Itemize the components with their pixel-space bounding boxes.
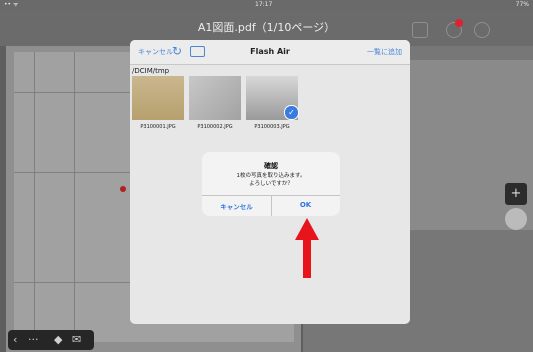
camera-shutter-button[interactable]: [505, 208, 527, 230]
status-time: 17:17: [255, 1, 273, 8]
mail-icon[interactable]: ✉: [72, 333, 81, 346]
dialog-message-line1: 1枚の写真を取り込みます。: [236, 173, 306, 179]
folder-path: /DCIM/tmp: [132, 67, 170, 75]
import-all-button[interactable]: 一覧に追加: [367, 47, 402, 57]
status-bar: •• ᯤ 17:17 77%: [0, 0, 533, 10]
notification-icon[interactable]: [446, 19, 463, 38]
add-icon[interactable]: +: [505, 183, 527, 205]
red-arrow-annotation: [295, 218, 319, 278]
status-battery: 77%: [515, 1, 529, 8]
back-icon[interactable]: ‹: [13, 333, 17, 346]
status-signal: •• ᯤ: [4, 1, 19, 8]
map-pin-icon[interactable]: [120, 186, 126, 192]
more-icon[interactable]: ···: [28, 333, 39, 346]
dialog-title: 確認: [264, 162, 278, 170]
photo-thumbnail[interactable]: [189, 76, 241, 120]
dialog-message-line2: よろしいですか？: [249, 181, 293, 187]
bottom-toolbar: ‹ ··· ◆ ✉: [8, 330, 94, 350]
eye-icon[interactable]: ◆: [54, 333, 62, 346]
photo-filename: P3100002.JPG: [197, 124, 233, 130]
photo-thumbnail[interactable]: [132, 76, 184, 120]
photo-filename: P3100001.JPG: [140, 124, 176, 130]
info-icon[interactable]: [412, 22, 428, 38]
dialog-cancel-button[interactable]: キャンセル: [202, 201, 271, 211]
photo-filename: P3100003.JPG: [254, 124, 290, 130]
confirm-dialog: 確認 1枚の写真を取り込みます。 よろしいですか？ キャンセル OK: [202, 152, 340, 216]
dialog-ok-button[interactable]: OK: [271, 201, 340, 209]
notification-badge: [455, 19, 463, 27]
settings-icon[interactable]: [474, 22, 490, 38]
checkmark-icon: ✓: [284, 105, 299, 120]
